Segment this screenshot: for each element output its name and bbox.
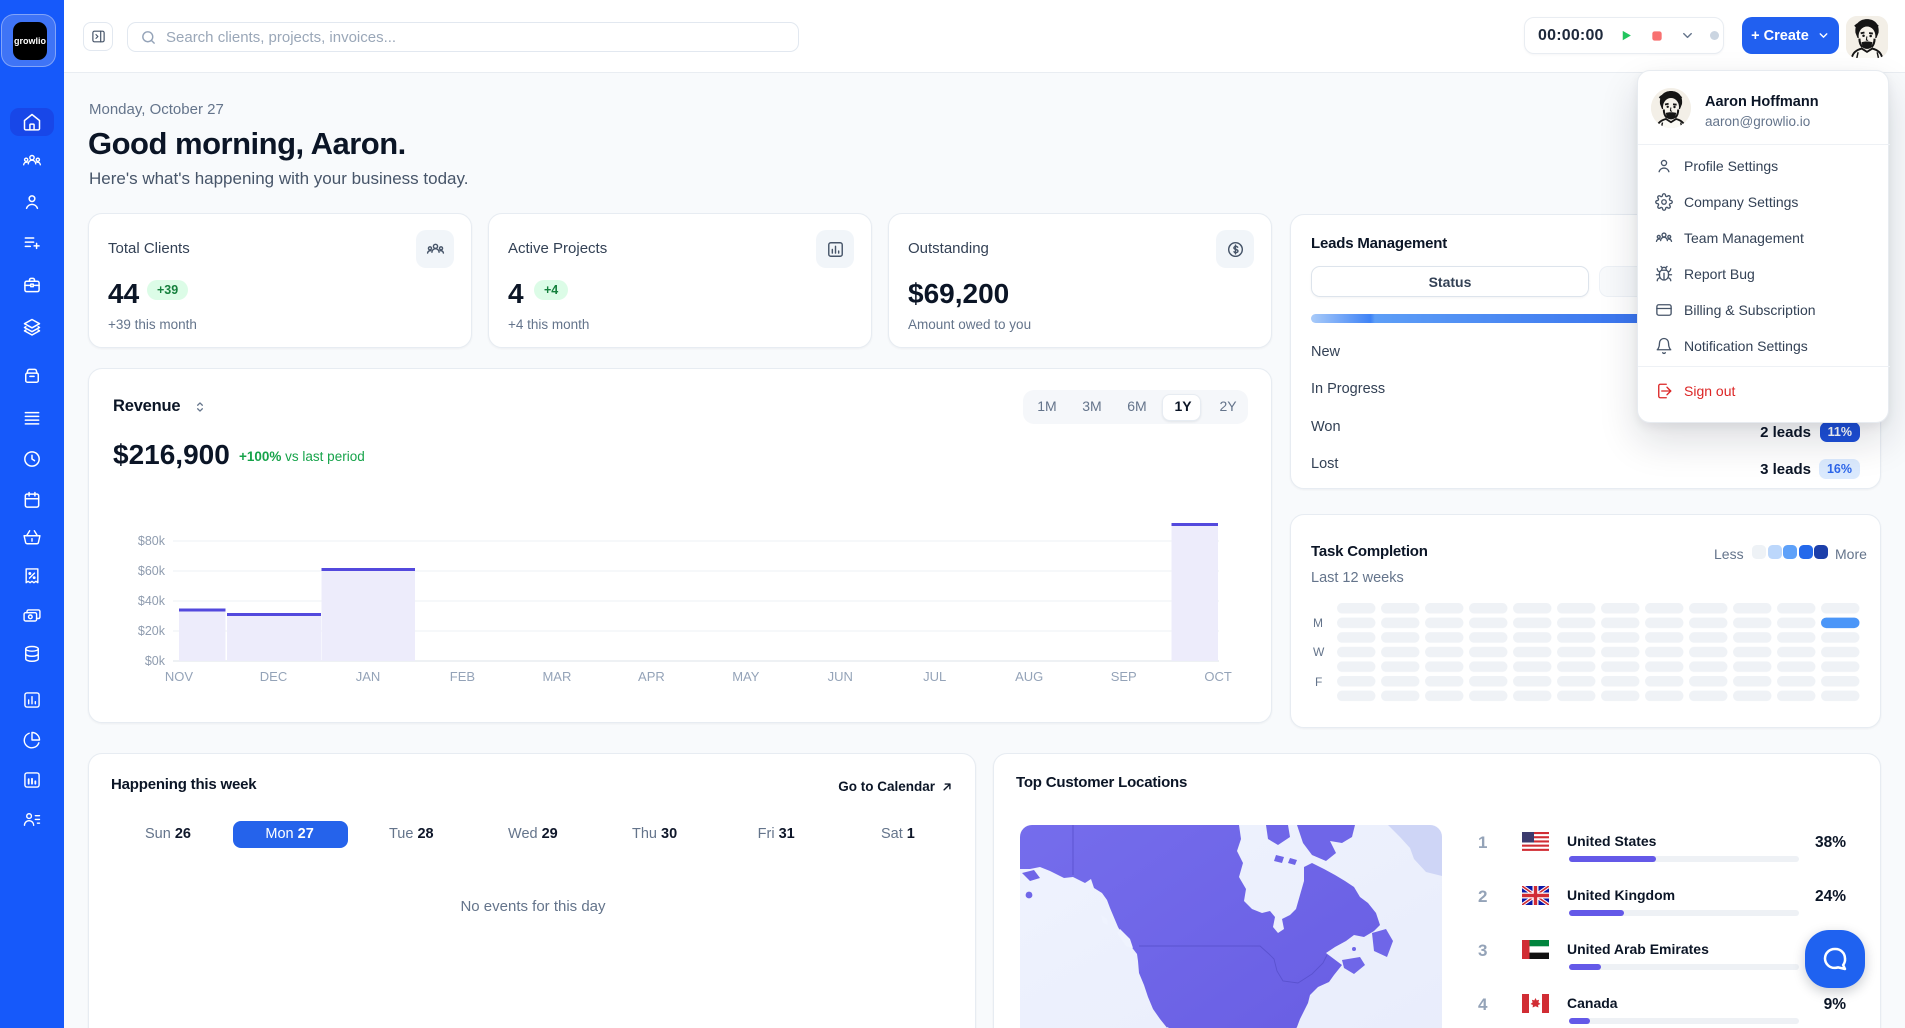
svg-text:NOV: NOV — [165, 669, 194, 684]
svg-text:MAY: MAY — [732, 669, 760, 684]
svg-text:OCT: OCT — [1204, 669, 1232, 684]
svg-text:DEC: DEC — [260, 669, 287, 684]
svg-text:JUL: JUL — [923, 669, 946, 684]
svg-text:APR: APR — [638, 669, 665, 684]
svg-text:AUG: AUG — [1015, 669, 1043, 684]
svg-text:$40k: $40k — [138, 594, 166, 608]
svg-text:$80k: $80k — [138, 534, 166, 548]
svg-text:JAN: JAN — [356, 669, 381, 684]
svg-text:FEB: FEB — [450, 669, 475, 684]
svg-text:$0k: $0k — [145, 654, 166, 668]
svg-text:$60k: $60k — [138, 564, 166, 578]
svg-text:MAR: MAR — [542, 669, 571, 684]
svg-text:JUN: JUN — [828, 669, 853, 684]
svg-text:SEP: SEP — [1111, 669, 1137, 684]
svg-text:$20k: $20k — [138, 624, 166, 638]
